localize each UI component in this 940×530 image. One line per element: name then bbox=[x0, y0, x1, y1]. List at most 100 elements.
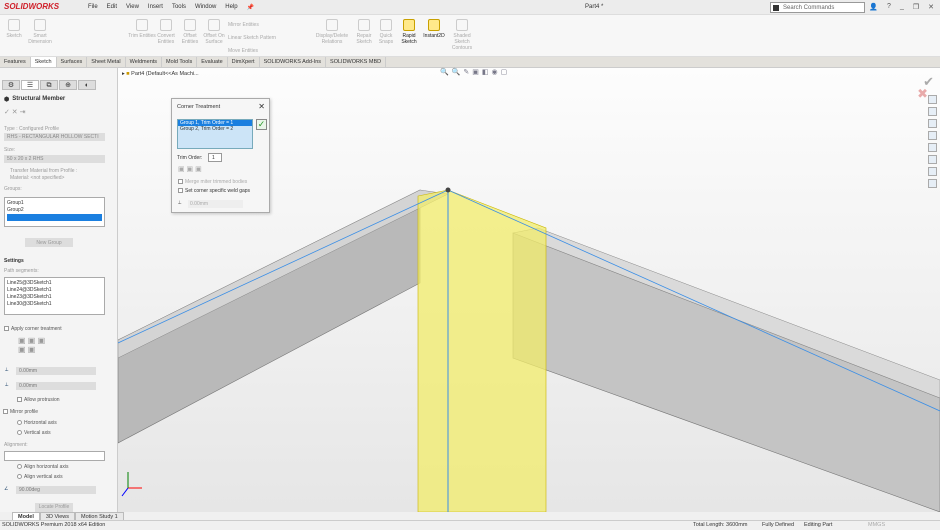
dimxpert-tab[interactable]: ⊕ bbox=[59, 80, 77, 90]
vertical-axis-radio[interactable]: Vertical axis bbox=[17, 430, 51, 436]
help-icon[interactable]: ? bbox=[887, 3, 891, 11]
config-manager-tab[interactable]: ⧉ bbox=[40, 80, 58, 90]
library-icon[interactable] bbox=[928, 119, 937, 128]
menu-insert[interactable]: Insert bbox=[148, 4, 163, 11]
horizontal-axis-radio[interactable]: Horizontal axis bbox=[17, 420, 57, 426]
property-manager-tab[interactable]: ☰ bbox=[21, 80, 39, 90]
menu-file[interactable]: File bbox=[88, 4, 98, 11]
list-item[interactable]: Group 2, Trim Order = 2 bbox=[178, 126, 252, 132]
close-icon[interactable]: ✕ bbox=[258, 102, 265, 111]
display-manager-tab[interactable]: ◐ bbox=[78, 80, 96, 90]
tab-mbd[interactable]: SOLIDWORKS MBD bbox=[326, 57, 387, 67]
menu-window[interactable]: Window bbox=[195, 4, 216, 11]
merge-checkbox[interactable]: Merge miter trimmed bodies bbox=[178, 179, 247, 185]
weld-gap-input[interactable]: 0.00mm bbox=[188, 200, 243, 208]
panel-title: Structural Member bbox=[12, 96, 66, 102]
new-group-button[interactable]: New Group bbox=[25, 238, 73, 247]
resources-icon[interactable] bbox=[928, 107, 937, 116]
command-manager-tabs: Features Sketch Surfaces Sheet Metal Wel… bbox=[0, 57, 940, 68]
property-manager: ⚙ ☰ ⧉ ⊕ ◐ ⬢ Structural Member ✓ ✕ ⇥ Type : Co… bbox=[0, 68, 118, 512]
display-delete-relations-button[interactable]: Display/Delete Relations bbox=[312, 19, 352, 45]
smart-dimension-button[interactable]: Smart Dimension bbox=[26, 19, 54, 45]
pin-icon[interactable]: 📌 bbox=[247, 4, 254, 11]
search-commands-input[interactable]: Search Commands bbox=[770, 2, 865, 13]
view-palette-icon[interactable] bbox=[928, 179, 937, 188]
feature-tree-flyout[interactable]: ▸ ■ Part4 (Default<<As Machi... bbox=[122, 71, 199, 77]
panel-ok-cancel[interactable]: ✓ ✕ ⇥ bbox=[4, 108, 26, 116]
gap-other-groups-input[interactable]: 0.00mm bbox=[16, 382, 96, 390]
restore-button[interactable]: ❐ bbox=[913, 3, 919, 11]
close-button[interactable]: ✕ bbox=[928, 3, 934, 11]
tab-weldments[interactable]: Weldments bbox=[126, 57, 163, 67]
rapid-sketch-button[interactable]: Rapid Sketch bbox=[395, 19, 423, 45]
allow-protrusion-checkbox[interactable]: Allow protrusion bbox=[17, 397, 60, 403]
custom-properties-icon[interactable] bbox=[928, 155, 937, 164]
tab-sketch[interactable]: Sketch bbox=[30, 57, 57, 67]
path-segment[interactable]: Line23@3DSketch1 bbox=[7, 294, 102, 301]
instant2d-button[interactable]: Instant2D bbox=[420, 19, 448, 39]
gap-within-group-input[interactable]: 0.00mm bbox=[16, 367, 96, 375]
linear-sketch-pattern[interactable]: Linear Sketch Pattern bbox=[228, 32, 288, 45]
sketch-button[interactable]: Sketch bbox=[0, 19, 28, 39]
menu-view[interactable]: View bbox=[126, 4, 139, 11]
path-segment[interactable]: Line24@3DSketch1 bbox=[7, 287, 102, 294]
mirror-entities[interactable]: Mirror Entities bbox=[228, 19, 288, 32]
file-explorer-icon[interactable] bbox=[928, 131, 937, 140]
type-select[interactable]: RHS - RECTANGULAR HOLLOW SECTI bbox=[4, 133, 105, 141]
path-segment[interactable]: Line30@3DSketch1 bbox=[7, 301, 102, 308]
path-segment[interactable]: Line25@3DSketch1 bbox=[7, 280, 102, 287]
triad-icon bbox=[121, 472, 142, 497]
tab-addins[interactable]: SOLIDWORKS Add-Ins bbox=[260, 57, 327, 67]
units-selector[interactable]: MMGS bbox=[868, 522, 885, 528]
home-icon[interactable] bbox=[928, 95, 937, 104]
offset-on-surface-button[interactable]: Offset On Surface bbox=[200, 19, 228, 45]
menu-help[interactable]: Help bbox=[225, 4, 237, 11]
apply-corner-treatment-checkbox[interactable]: Apply corner treatment bbox=[4, 326, 62, 332]
structural-member-icon: ⬢ bbox=[4, 97, 10, 103]
groups-list[interactable]: Group1 Group2 bbox=[4, 197, 105, 227]
forum-icon[interactable] bbox=[928, 167, 937, 176]
total-length: Total Length: 3600mm bbox=[693, 522, 748, 528]
confirm-cancel-icon[interactable]: ✖ bbox=[917, 86, 928, 102]
alignment-label: Alignment: bbox=[4, 442, 28, 448]
status-bar: SOLIDWORKS Premium 2018 x64 Edition Tota… bbox=[0, 520, 940, 530]
feature-tree-tab[interactable]: ⚙ bbox=[2, 80, 20, 90]
path-segments-list[interactable]: Line25@3DSketch1 Line24@3DSketch1 Line23@3… bbox=[4, 277, 105, 315]
gap-icon: ⟂ bbox=[5, 382, 9, 388]
tab-evaluate[interactable]: Evaluate bbox=[197, 57, 228, 67]
tab-surfaces[interactable]: Surfaces bbox=[57, 57, 88, 67]
rotation-angle-input[interactable]: 90.00deg bbox=[16, 486, 96, 494]
tab-sheet-metal[interactable]: Sheet Metal bbox=[87, 57, 126, 67]
tab-features[interactable]: Features bbox=[0, 57, 31, 67]
corner-type-icons[interactable]: ▣ ▣ ▣ bbox=[178, 165, 202, 173]
menu-edit[interactable]: Edit bbox=[107, 4, 117, 11]
shaded-sketch-contours-button[interactable]: Shaded Sketch Contours bbox=[448, 19, 476, 51]
tab-mold-tools[interactable]: Mold Tools bbox=[162, 57, 198, 67]
editing-status: Editing Part bbox=[804, 522, 833, 528]
settings-section[interactable]: Settings bbox=[4, 258, 24, 264]
transfer-material-checkbox[interactable]: Transfer Material from Profile : bbox=[10, 168, 77, 174]
align-horizontal-radio[interactable]: Align horizontal axis bbox=[17, 464, 68, 470]
material-label: Material: <not specified> bbox=[10, 175, 65, 181]
weld-gaps-checkbox[interactable]: Set corner specific weld gaps bbox=[178, 188, 250, 194]
menu-tools[interactable]: Tools bbox=[172, 4, 186, 11]
align-vertical-radio[interactable]: Align vertical axis bbox=[17, 474, 63, 480]
locate-profile-button[interactable]: Locate Profile bbox=[35, 503, 73, 512]
mirror-profile-checkbox[interactable]: Mirror profile bbox=[3, 409, 38, 415]
size-select[interactable]: 50 x 20 x 2 RHS bbox=[4, 155, 105, 163]
view-toolbar[interactable]: 🔍🔍✎▣◧◉▢ bbox=[440, 68, 510, 76]
part-icon: ■ bbox=[126, 71, 130, 77]
group-item[interactable]: Group1 bbox=[7, 200, 102, 207]
trim-order-list[interactable]: Group 1, Trim Order = 1 Group 2, Trim Ord… bbox=[177, 119, 253, 149]
ok-button[interactable]: ✓ bbox=[256, 119, 267, 130]
alignment-input[interactable] bbox=[4, 451, 105, 461]
user-icon[interactable]: 👤 bbox=[869, 3, 878, 11]
corner-type-buttons[interactable]: ▣ ▣ ▣ ▣ ▣ bbox=[18, 336, 45, 354]
tab-dimxpert[interactable]: DimXpert bbox=[228, 57, 260, 67]
appearance-icon[interactable] bbox=[928, 143, 937, 152]
group-item-selected[interactable] bbox=[7, 214, 102, 221]
minimize-button[interactable]: _ bbox=[900, 3, 904, 11]
solidworks-logo: SOLIDWORKS bbox=[4, 2, 60, 11]
group-item[interactable]: Group2 bbox=[7, 207, 102, 214]
trim-order-stepper[interactable]: 1 bbox=[208, 153, 222, 162]
